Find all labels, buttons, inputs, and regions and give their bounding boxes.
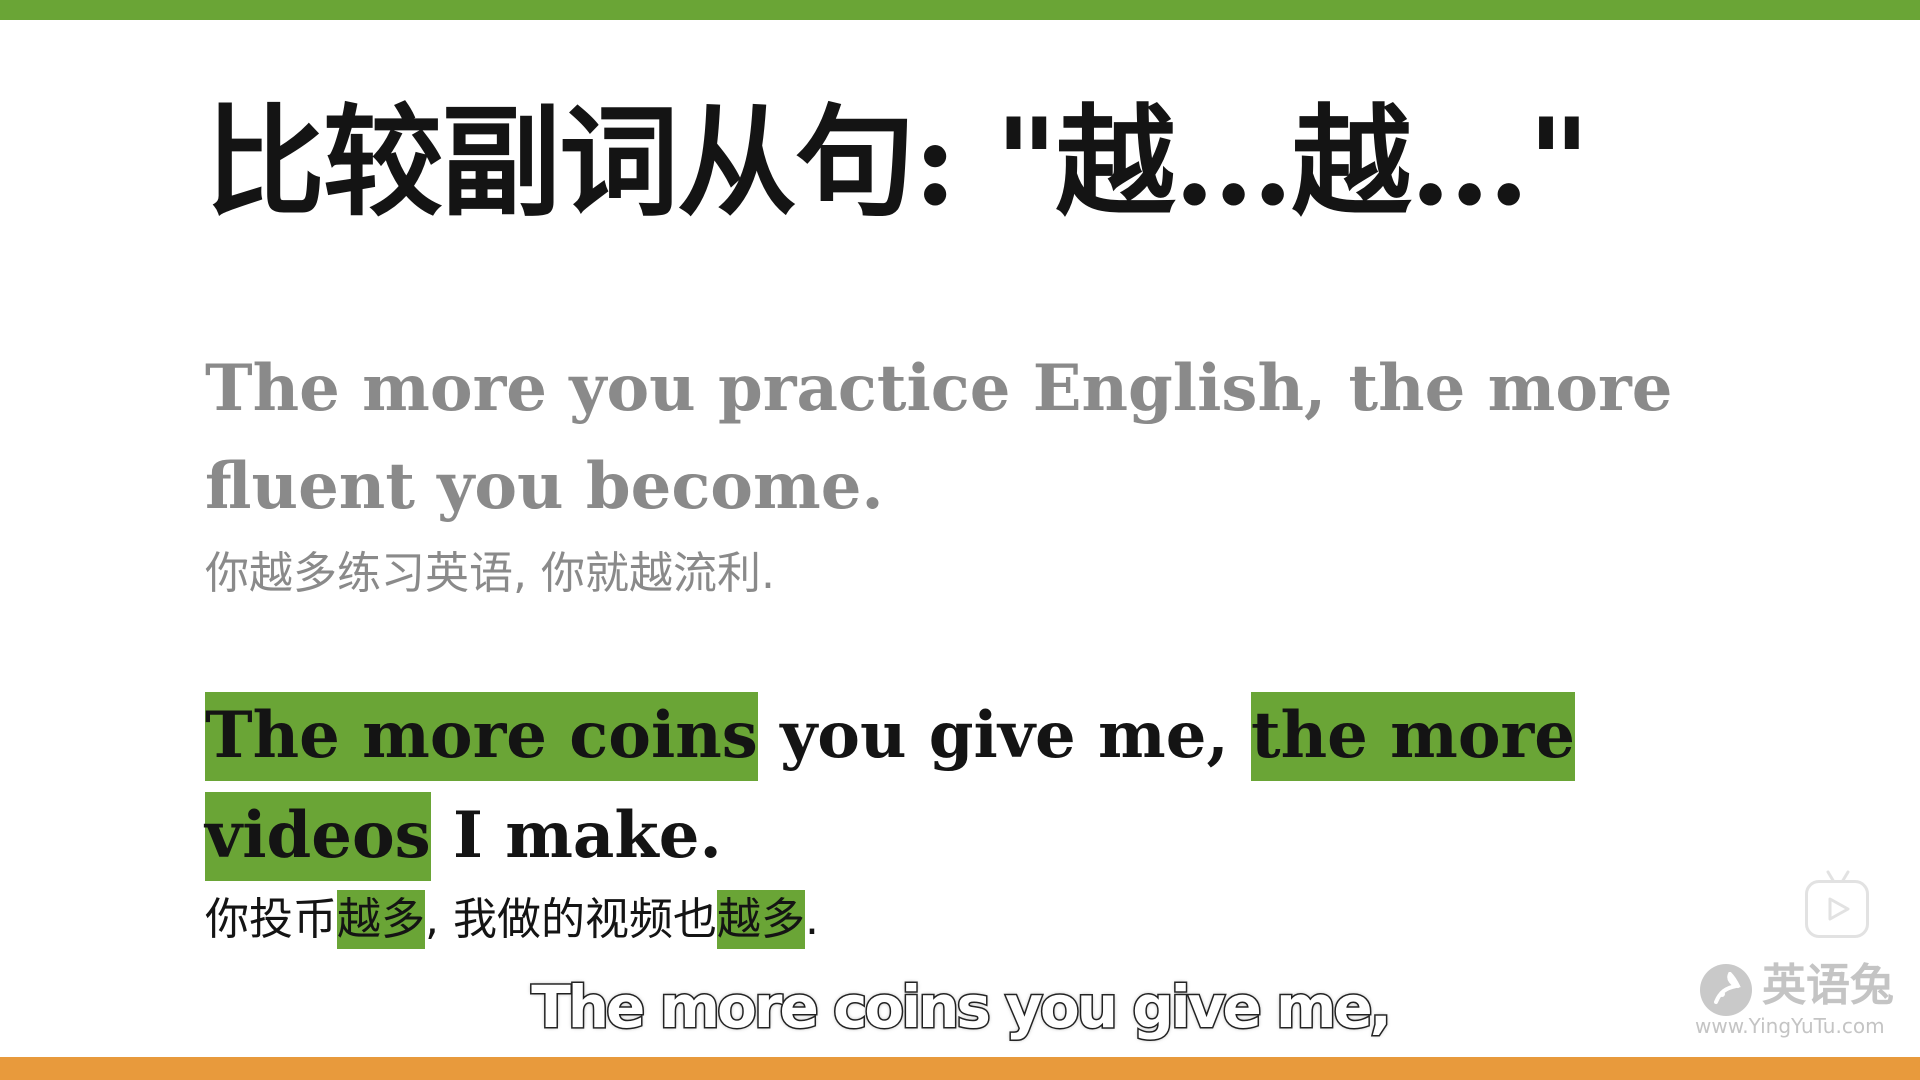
example-2-english: The more coins you give me, the more vid… <box>205 686 1765 886</box>
cn-part-1: 你投币 <box>205 894 337 945</box>
example-1-english: The more you practice English, the more … <box>205 351 1673 524</box>
top-accent-bar <box>0 0 1920 20</box>
cn-highlight-1: 越多 <box>337 890 425 949</box>
cn-part-3: . <box>804 894 819 945</box>
example-2-end: I make. <box>430 798 722 873</box>
video-subtitle: The more coins you give me, <box>530 972 1394 1043</box>
example-1-chinese: 你越多练习英语, 你就越流利. <box>205 548 775 599</box>
watermark-url: www.YingYuTu.com <box>1695 1014 1885 1038</box>
play-icon <box>1828 897 1850 921</box>
cn-highlight-2: 越多 <box>716 890 805 949</box>
rabbit-logo-icon <box>1700 964 1752 1016</box>
slide-title: 比较副词从句: "越…越…" <box>205 92 1590 233</box>
watermark-name: 英语兔 <box>1762 960 1894 1011</box>
cn-part-2: , 我做的视频也 <box>425 894 717 945</box>
play-button[interactable] <box>1805 880 1869 938</box>
watermark: 英语兔 www.YingYuTu.com <box>1695 956 1900 1038</box>
example-2-chinese: 你投币越多, 我做的视频也越多. <box>205 890 819 950</box>
highlight-the-more-coins: The more coins <box>205 692 758 781</box>
example-2-middle: you give me, <box>757 698 1252 773</box>
bottom-accent-bar <box>0 1057 1920 1080</box>
